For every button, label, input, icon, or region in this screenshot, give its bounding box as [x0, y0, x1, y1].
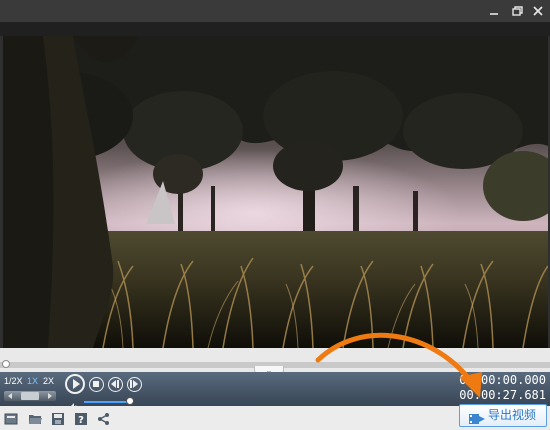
speed-option-1x[interactable]: 1X [27, 374, 38, 388]
restore-icon[interactable] [509, 3, 525, 19]
time-display: 00:00:00.000 00:00:27.681 [459, 373, 546, 403]
speed-selector[interactable]: 1/2X 1X 2X [0, 374, 60, 388]
speed-slider-thumb[interactable] [21, 392, 39, 400]
svg-text:?: ? [78, 415, 84, 426]
volume-handle[interactable] [125, 397, 134, 405]
slower-icon[interactable] [8, 393, 12, 399]
help-icon[interactable]: ? [74, 411, 88, 426]
volume-slider[interactable] [84, 401, 130, 403]
open-folder-icon[interactable] [28, 411, 42, 425]
play-button[interactable] [65, 374, 85, 394]
export-video-label: 导出视频 [488, 408, 537, 422]
speed-option-2x[interactable]: 2X [43, 374, 54, 388]
preview-header-strip [0, 22, 550, 36]
faster-icon[interactable] [48, 393, 52, 399]
video-frame-image [3, 36, 548, 348]
export-film-icon [469, 410, 485, 424]
save-icon[interactable] [51, 411, 65, 425]
video-preview[interactable] [3, 36, 548, 348]
close-icon[interactable] [530, 3, 546, 19]
share-icon[interactable] [97, 411, 111, 425]
current-time: 00:00:00.000 [459, 373, 546, 387]
progress-handle[interactable] [2, 360, 10, 368]
volume-icon[interactable] [68, 397, 78, 412]
speed-option-half[interactable]: 1/2X [4, 374, 23, 388]
next-frame-button[interactable] [127, 377, 142, 392]
export-video-button[interactable]: 导出视频 [459, 404, 547, 427]
speed-slider[interactable] [4, 391, 56, 401]
title-bar [0, 0, 550, 22]
minimize-icon[interactable] [486, 3, 502, 19]
total-time: 00:00:27.681 [459, 388, 546, 402]
stop-button[interactable] [89, 377, 104, 392]
new-project-icon[interactable] [4, 411, 18, 425]
previous-frame-button[interactable] [108, 377, 123, 392]
playback-controls: 1/2X 1X 2X 00:00:00.000 00:00:27.681 [0, 372, 550, 412]
